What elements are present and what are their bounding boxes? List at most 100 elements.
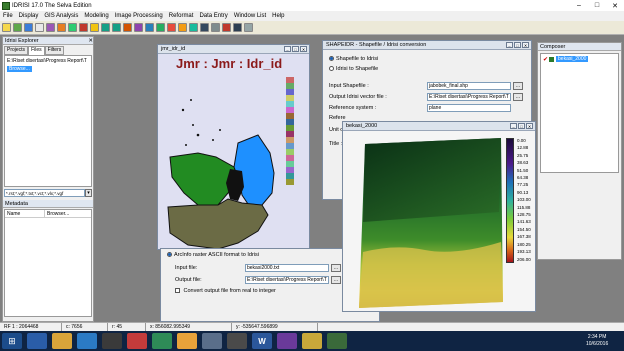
app-title: IDRISI 17.0 The Selva Edition	[12, 2, 92, 9]
word-icon[interactable]: W	[252, 333, 272, 349]
bekasi-raster-window: bekasi_2000 – □ ✕ 0.00 12.88 25.75 38.63 51.5…	[342, 121, 536, 312]
browse-item[interactable]: Browse...	[7, 66, 32, 72]
filter-dropdown-arrow-icon[interactable]: ▾	[85, 189, 92, 197]
print-icon[interactable]	[35, 23, 44, 32]
app-icon-12[interactable]	[302, 333, 322, 349]
menu-window-list[interactable]: Window List	[234, 13, 266, 19]
region-olive[interactable]	[167, 198, 269, 250]
shapeidr-max-button[interactable]: □	[514, 42, 521, 48]
menu-data-entry[interactable]: Data Entry	[199, 13, 227, 19]
shapeidr-min-button[interactable]: –	[506, 42, 513, 48]
ie-icon[interactable]	[27, 333, 47, 349]
feature-props-icon[interactable]	[156, 23, 165, 32]
save-icon[interactable]	[24, 23, 33, 32]
reference-system-field[interactable]: plane	[427, 104, 511, 112]
menu-help[interactable]: Help	[272, 13, 284, 19]
app-icon-8[interactable]	[202, 333, 222, 349]
distance-icon[interactable]	[233, 23, 242, 32]
app-titlebar: IDRISI 17.0 The Selva Edition – □ ✕	[0, 0, 624, 11]
explorer-close-icon[interactable]: ✕	[88, 38, 93, 44]
app-icon-9[interactable]	[227, 333, 247, 349]
menu-file[interactable]: File	[3, 13, 13, 19]
bekasi-max-button[interactable]: □	[518, 123, 525, 129]
media-icon[interactable]	[77, 333, 97, 349]
zoom-in-icon[interactable]	[101, 23, 110, 32]
start-button-icon[interactable]: ⊞	[2, 333, 22, 349]
map-canvas[interactable]	[158, 65, 309, 255]
input-file-field[interactable]: bekasi2000.txt	[245, 264, 329, 272]
layer-visible-check-icon[interactable]: ✔	[543, 56, 548, 63]
minimize-button[interactable]: –	[570, 0, 588, 11]
radio-arcinfo-to-idrisi[interactable]	[167, 252, 172, 258]
chrome-icon[interactable]	[177, 333, 197, 349]
surface-icon[interactable]	[211, 23, 220, 32]
output-vector-browse-button[interactable]: ...	[513, 93, 523, 101]
menu-modeling[interactable]: Modeling	[84, 13, 108, 19]
map-window: jmr_idr_id – □ ✕ Jmr : Jmr : Idr_id	[157, 44, 310, 250]
metadata-title: Metadata	[3, 200, 93, 208]
output-vector-field[interactable]: E:\Riset disertasi\Progress Report\T	[427, 93, 511, 101]
layer-icon[interactable]	[57, 23, 66, 32]
zoom-out-icon[interactable]	[112, 23, 121, 32]
tab-projects[interactable]: Projects	[4, 46, 29, 55]
open-folder-icon[interactable]	[2, 23, 11, 32]
shapeidr-close-button[interactable]: ✕	[522, 42, 529, 48]
histogram-icon[interactable]	[167, 23, 176, 32]
input-shapefile-field[interactable]: jabobek_final.shp	[427, 82, 511, 90]
app-icon-13[interactable]	[327, 333, 347, 349]
tab-filters[interactable]: Filters	[44, 46, 65, 55]
composer-icon[interactable]	[46, 23, 55, 32]
calculator-icon[interactable]	[200, 23, 209, 32]
composer-title: Composer	[538, 43, 621, 51]
pan-icon[interactable]	[123, 23, 132, 32]
menu-display[interactable]: Display	[19, 13, 39, 19]
menu-image-processing[interactable]: Image Processing	[115, 13, 163, 19]
output-file-browse-button[interactable]: ...	[331, 276, 341, 284]
bekasi-title: bekasi_2000	[346, 123, 378, 129]
maximize-button[interactable]: □	[588, 0, 606, 11]
output-file-field[interactable]: E:\Riset disertasi\Progress Report\T	[245, 276, 329, 284]
image-icon[interactable]	[68, 23, 77, 32]
bekasi-close-button[interactable]: ✕	[526, 123, 533, 129]
reclass-icon[interactable]	[189, 23, 198, 32]
tab-files[interactable]: Files	[28, 46, 45, 55]
output-vector-label: Output Idrisi vector file :	[329, 94, 387, 100]
app-icon-5[interactable]	[127, 333, 147, 349]
help-icon[interactable]	[244, 23, 253, 32]
bekasi-image-canvas[interactable]	[345, 132, 505, 310]
overlay-icon[interactable]	[178, 23, 187, 32]
opt-shape-to-idrisi[interactable]: Shapefile to Idrisi	[329, 56, 525, 62]
explorer-icon[interactable]	[52, 333, 72, 349]
bekasi-titlebar: bekasi_2000 – □ ✕	[343, 122, 535, 131]
measure-icon[interactable]	[145, 23, 154, 32]
idrisi-taskbar-icon[interactable]	[152, 333, 172, 349]
layer-item[interactable]: bekasi_2000	[556, 56, 589, 62]
cost-icon[interactable]	[222, 23, 231, 32]
system-clock[interactable]: 2:34 PM 10/6/2016	[586, 334, 608, 348]
query-icon[interactable]	[90, 23, 99, 32]
menu-reformat[interactable]: Reformat	[169, 13, 194, 19]
folder-path[interactable]: E:\Riset disertasi\Progress Report\T	[7, 58, 89, 64]
input-shapefile-browse-button[interactable]: ...	[513, 82, 523, 90]
bekasi-legend-labels: 0.00 12.88 25.75 38.63 51.50 64.38 77.25 90.1…	[517, 138, 531, 262]
vector-icon[interactable]	[79, 23, 88, 32]
digitize-icon[interactable]	[134, 23, 143, 32]
map-max-button[interactable]: □	[292, 46, 299, 52]
app-icon-4[interactable]	[102, 333, 122, 349]
map-min-button[interactable]: –	[284, 46, 291, 52]
display-launcher-icon[interactable]	[13, 23, 22, 32]
input-file-browse-button[interactable]: ...	[331, 264, 341, 272]
opt-idrisi-to-shape[interactable]: Idrisi to Shapefile	[329, 66, 525, 72]
bekasi-min-button[interactable]: –	[510, 123, 517, 129]
filter-dropdown[interactable]: *.rst;*.vgf;*.txt;*.vct;*.vlx;*.vgf	[4, 189, 86, 197]
close-button[interactable]: ✕	[606, 0, 624, 11]
radio-idrisi-to-shape[interactable]	[329, 66, 334, 72]
convert-integer-checkbox[interactable]	[175, 288, 180, 294]
map-close-button[interactable]: ✕	[300, 46, 307, 52]
radio-shape-to-idrisi[interactable]	[329, 56, 334, 62]
windows-taskbar: ⊞ W 2:34 PM 10/6/2016	[0, 331, 624, 351]
region-black[interactable]	[226, 169, 244, 201]
shapeidr-title: SHAPEIDR - Shapefile / Idrisi conversion	[326, 42, 427, 48]
menu-gis-analysis[interactable]: GIS Analysis	[44, 13, 78, 19]
app-icon-11[interactable]	[277, 333, 297, 349]
